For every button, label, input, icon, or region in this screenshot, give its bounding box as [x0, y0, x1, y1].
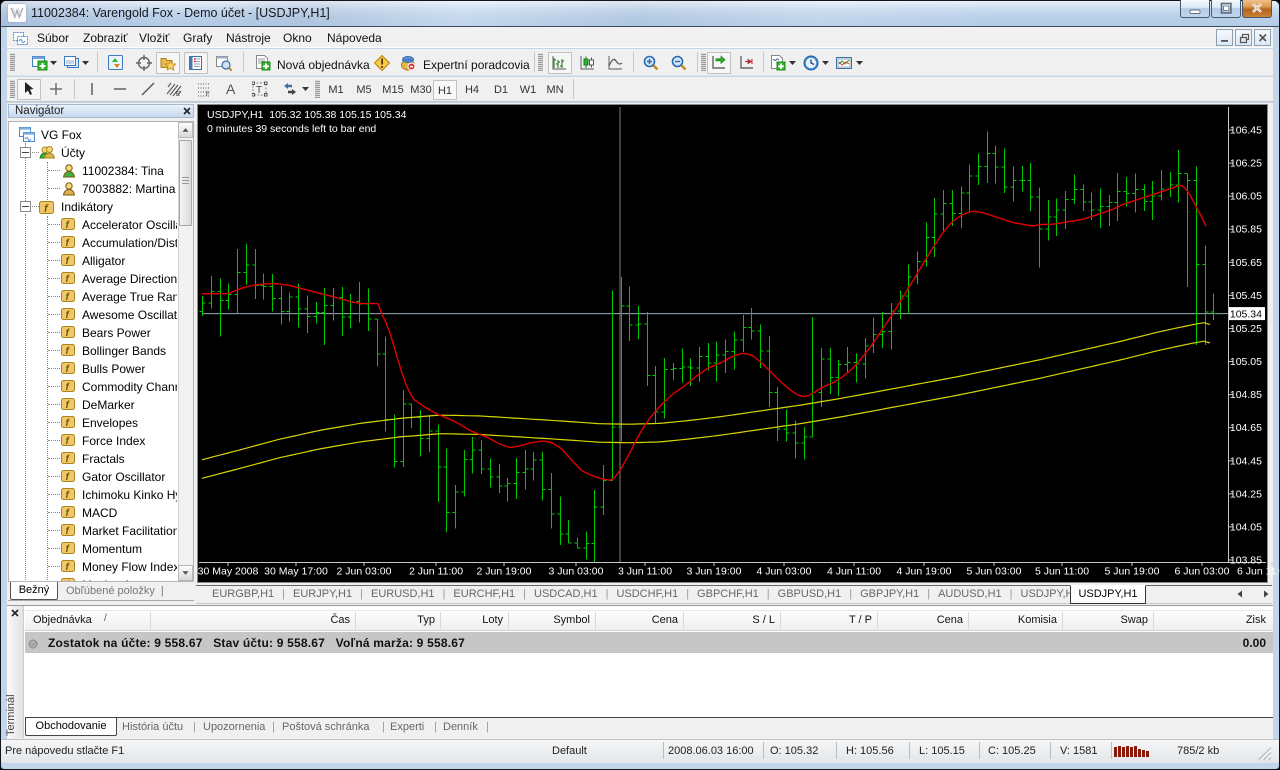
svg-text:6 Jun 03:00: 6 Jun 03:00 — [1175, 566, 1230, 578]
svg-text:105.34: 105.34 — [1230, 309, 1262, 321]
svg-text:104.85: 104.85 — [1230, 389, 1262, 401]
svg-text:105.05: 105.05 — [1230, 356, 1262, 368]
svg-text:USDJPY,H1 105.32 105.38 105.1: USDJPY,H1 105.32 105.38 105.15 105.34 — [207, 109, 407, 121]
svg-text:4 Jun 03:00: 4 Jun 03:00 — [757, 566, 812, 578]
svg-text:0 minutes 39 seconds left to b: 0 minutes 39 seconds left to bar end — [207, 123, 376, 135]
svg-text:104.45: 104.45 — [1230, 455, 1262, 467]
svg-text:30 May 2008: 30 May 2008 — [198, 566, 259, 578]
svg-text:4 Jun 19:00: 4 Jun 19:00 — [897, 566, 952, 578]
svg-text:6 Jun 11:00: 6 Jun 11:00 — [1237, 566, 1280, 578]
svg-text:106.45: 106.45 — [1230, 125, 1262, 137]
svg-text:3 Jun 11:00: 3 Jun 11:00 — [618, 566, 672, 578]
svg-text:30 May 17:00: 30 May 17:00 — [264, 566, 328, 578]
svg-text:105.25: 105.25 — [1230, 323, 1262, 335]
svg-text:3 Jun 03:00: 3 Jun 03:00 — [549, 566, 604, 578]
svg-text:5 Jun 19:00: 5 Jun 19:00 — [1105, 566, 1160, 578]
svg-text:2 Jun 11:00: 2 Jun 11:00 — [409, 566, 463, 578]
svg-text:5 Jun 11:00: 5 Jun 11:00 — [1035, 566, 1089, 578]
svg-text:3 Jun 19:00: 3 Jun 19:00 — [687, 566, 742, 578]
svg-text:104.65: 104.65 — [1230, 422, 1262, 434]
svg-text:105.85: 105.85 — [1230, 224, 1262, 236]
svg-text:2 Jun 19:00: 2 Jun 19:00 — [477, 566, 532, 578]
svg-text:4 Jun 11:00: 4 Jun 11:00 — [827, 566, 881, 578]
svg-text:2 Jun 03:00: 2 Jun 03:00 — [337, 566, 392, 578]
svg-text:106.25: 106.25 — [1230, 158, 1262, 170]
svg-text:105.45: 105.45 — [1230, 290, 1262, 302]
svg-text:5 Jun 03:00: 5 Jun 03:00 — [967, 566, 1022, 578]
svg-text:105.65: 105.65 — [1230, 257, 1262, 269]
svg-text:104.25: 104.25 — [1230, 488, 1262, 500]
svg-text:106.05: 106.05 — [1230, 191, 1262, 203]
svg-text:104.05: 104.05 — [1230, 521, 1262, 533]
